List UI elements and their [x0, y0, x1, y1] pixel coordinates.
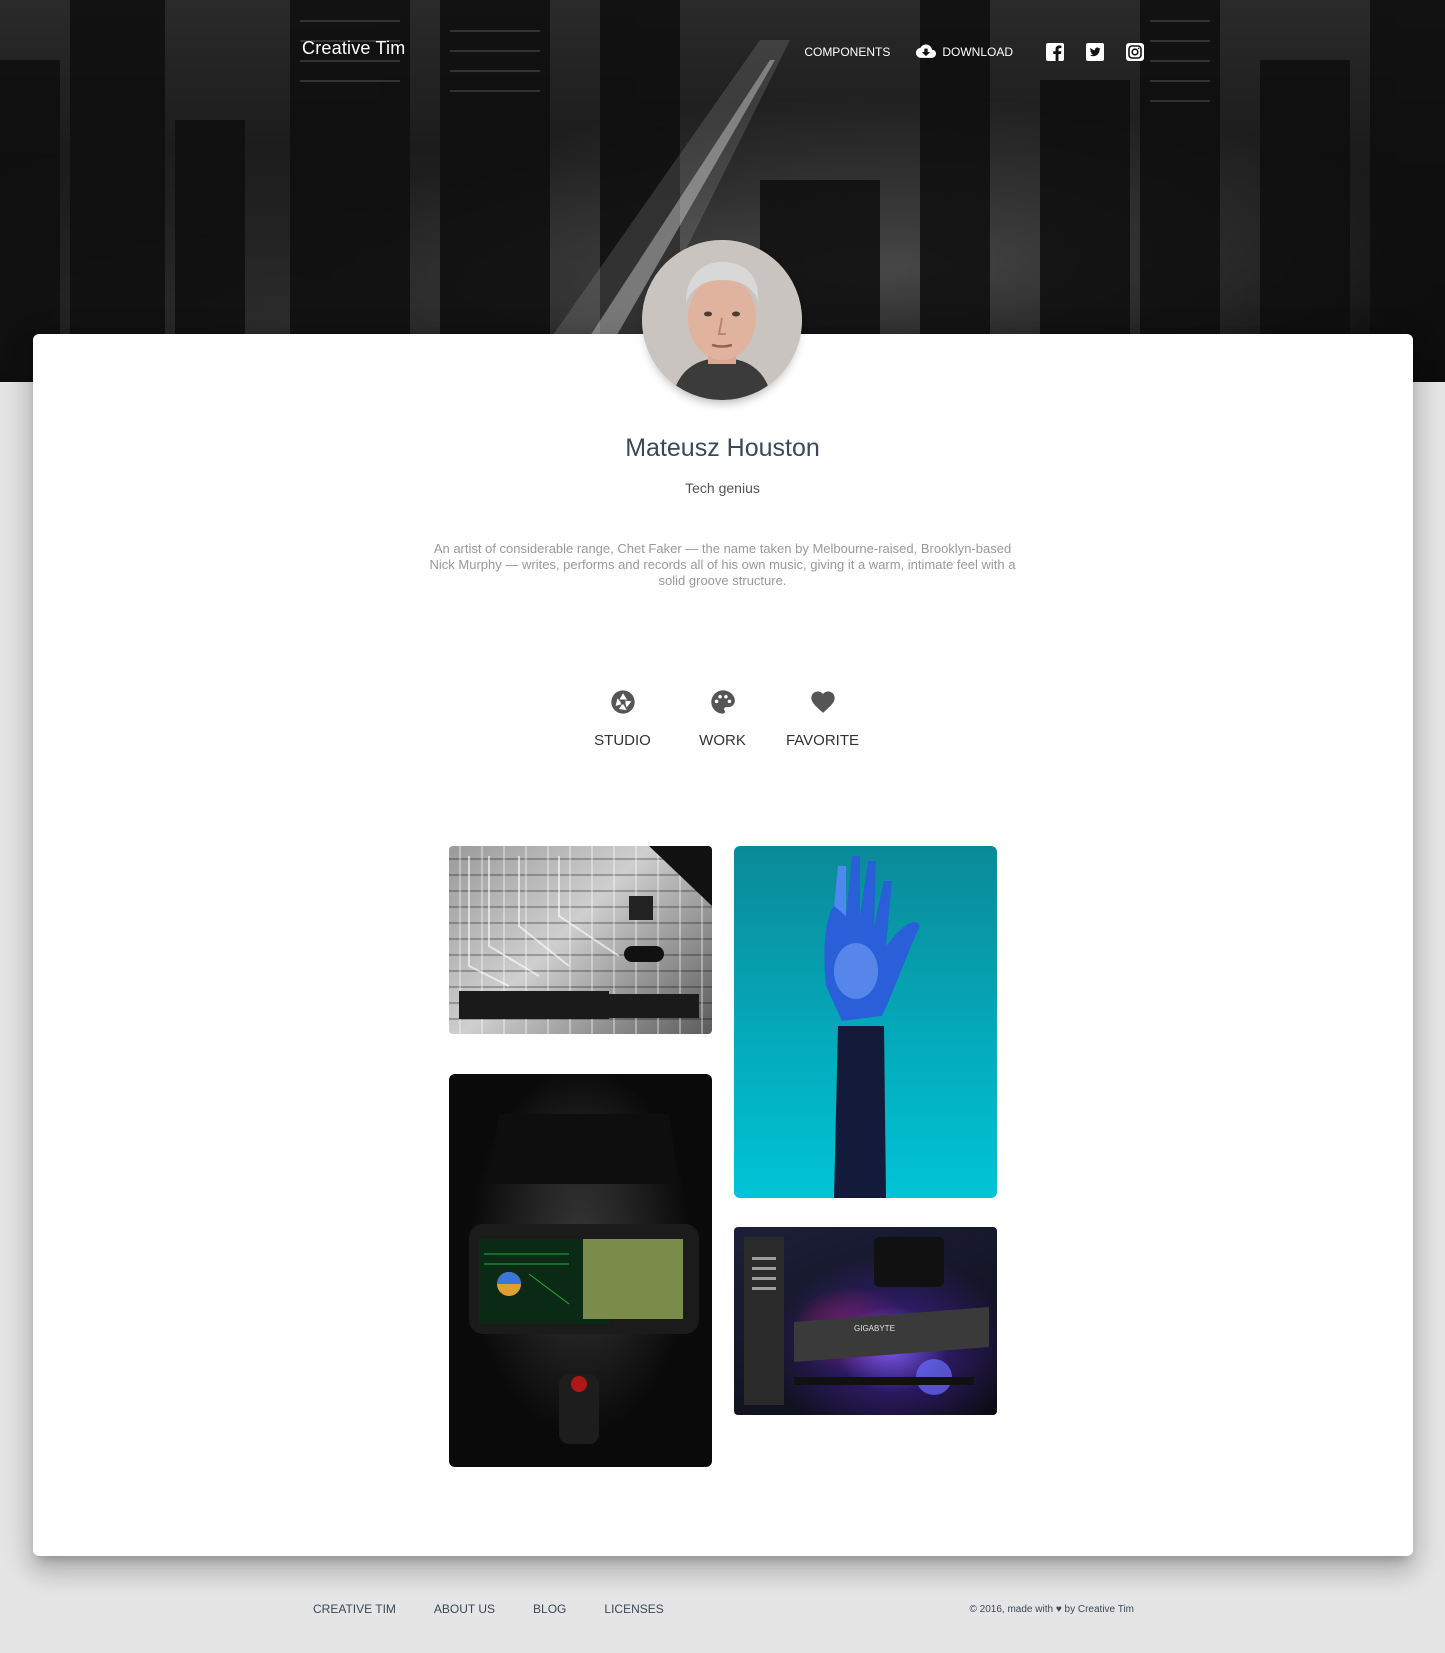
profile-bio: An artist of considerable range, Chet Fa… — [429, 541, 1016, 588]
components-link[interactable]: Components — [804, 45, 890, 59]
circuit-board-art — [459, 846, 712, 1019]
robotic-hand-image[interactable] — [734, 846, 997, 1198]
tab-studio-label: Studio — [594, 732, 651, 749]
svg-text:GIGABYTE: GIGABYTE — [854, 1324, 895, 1333]
circuit-board-image[interactable] — [449, 846, 712, 1034]
download-label: Download — [942, 45, 1013, 59]
tab-favorite-label: Favorite — [785, 732, 860, 749]
profile-title: Tech genius — [685, 480, 760, 496]
pc-hardware-art: GIGABYTE — [744, 1237, 989, 1405]
copyright-text: © 2016, made with ♥ by Creative Tim — [969, 1604, 1134, 1615]
footer: Creative Tim About Us Blog Licenses © 20… — [0, 1590, 1445, 1630]
camera-aperture-icon — [610, 690, 635, 714]
tab-favorite[interactable]: Favorite — [783, 688, 863, 749]
pc-hardware-image[interactable]: GIGABYTE — [734, 1227, 997, 1415]
footer-links: Creative Tim About Us Blog Licenses — [298, 1602, 683, 1616]
cloud-download-icon — [916, 44, 937, 58]
components-label: Components — [804, 45, 891, 59]
heart-icon — [810, 691, 835, 713]
palette-icon — [710, 690, 735, 714]
tab-work[interactable]: Work — [683, 688, 763, 749]
footer-link-about-us[interactable]: About Us — [415, 1602, 514, 1616]
social-links — [1045, 42, 1145, 62]
profile-tabs: Studio Work Favorite — [0, 688, 1445, 749]
tab-work-label: Work — [699, 732, 746, 749]
nav-links: Components Download — [804, 42, 1145, 62]
twitter-icon[interactable] — [1085, 42, 1105, 62]
brand-logo[interactable]: Creative Tim — [302, 38, 405, 59]
footer-link-blog[interactable]: Blog — [514, 1602, 585, 1616]
tab-studio[interactable]: Studio — [583, 688, 663, 749]
profile-photo — [642, 240, 802, 400]
download-link[interactable]: Download — [916, 44, 1013, 60]
facebook-icon[interactable] — [1045, 42, 1065, 62]
instagram-icon[interactable] — [1125, 42, 1145, 62]
navbar: Creative Tim Components Download — [0, 0, 1445, 100]
profile-name: Mateusz Houston — [625, 434, 820, 462]
footer-link-creative-tim[interactable]: Creative Tim — [298, 1602, 415, 1616]
avatar — [642, 240, 802, 400]
cockpit-art — [469, 1114, 699, 1444]
footer-link-licenses[interactable]: Licenses — [585, 1602, 682, 1616]
profile-card — [33, 334, 1413, 1556]
cockpit-image[interactable] — [449, 1074, 712, 1467]
robotic-hand-art — [824, 856, 920, 1198]
